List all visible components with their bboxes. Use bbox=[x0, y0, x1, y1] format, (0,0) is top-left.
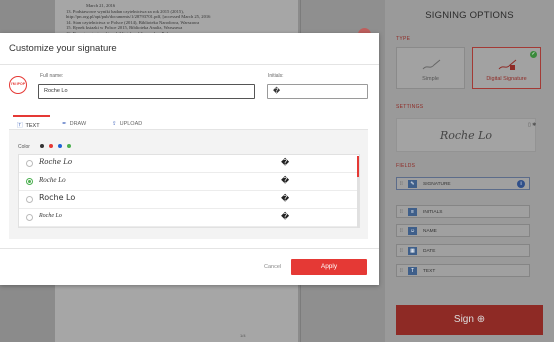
upload-icon: ⇪ bbox=[112, 121, 117, 127]
initials-label: Initials: bbox=[268, 73, 284, 79]
radio-button[interactable] bbox=[26, 178, 33, 185]
field-label: DATE bbox=[423, 248, 436, 254]
color-swatch-green[interactable] bbox=[67, 144, 71, 148]
type-simple-label: Simple bbox=[422, 76, 439, 82]
type-digital-card[interactable]: ✓ Digital Signature bbox=[472, 47, 541, 89]
drag-handle-icon[interactable]: ⁞⁞ bbox=[400, 268, 403, 274]
stamp-logo: I'M IPOP bbox=[9, 76, 27, 94]
sign-button[interactable]: Sign ⊕ bbox=[396, 305, 543, 335]
radio-button[interactable] bbox=[26, 196, 33, 203]
text-icon: T bbox=[408, 267, 417, 275]
panel-title: SIGNING OPTIONS bbox=[425, 10, 514, 21]
settings-section-label: SETTINGS bbox=[396, 104, 424, 110]
tab-label: UPLOAD bbox=[119, 121, 143, 127]
initials-option: � bbox=[281, 158, 290, 167]
field-label: INITIALS bbox=[423, 209, 443, 215]
color-swatch-red[interactable] bbox=[49, 144, 53, 148]
field-label: SIGNATURE bbox=[423, 181, 451, 187]
drag-handle-icon[interactable]: ⁞⁞ bbox=[400, 228, 403, 234]
list-item[interactable]: Roche Lo � bbox=[19, 173, 359, 191]
drag-handle-icon[interactable]: ⁞⁞ bbox=[400, 248, 403, 254]
list-scrollbar[interactable] bbox=[357, 156, 359, 228]
simple-signature-icon bbox=[422, 59, 441, 70]
initials-option: � bbox=[281, 194, 290, 203]
pen-icon: ✒ bbox=[62, 121, 67, 127]
list-item[interactable]: Roche Lo � bbox=[19, 209, 359, 227]
initials-option: � bbox=[281, 212, 290, 221]
radio-button[interactable] bbox=[26, 160, 33, 167]
type-simple-card[interactable]: Simple bbox=[396, 47, 465, 89]
signature-option: Roche Lo bbox=[39, 193, 76, 202]
type-section-label: TYPE bbox=[396, 36, 411, 42]
text-tab-pane: Color Roche Lo � Roche Lo � Roche Lo � R… bbox=[9, 130, 368, 239]
signature-option: Roche Lo bbox=[39, 158, 73, 166]
full-name-input[interactable]: Roche Lo bbox=[38, 84, 255, 99]
field-initials[interactable]: ⁞⁞ ≡ INITIALS bbox=[396, 205, 530, 218]
drag-handle-icon[interactable]: ⁞⁞ bbox=[400, 209, 403, 215]
field-label: TEXT bbox=[423, 268, 436, 274]
cancel-button[interactable]: Cancel bbox=[264, 264, 281, 270]
field-name[interactable]: ⁞⁞ ☺ NAME bbox=[396, 224, 530, 237]
drag-handle-icon[interactable]: ⁞⁞ bbox=[400, 181, 403, 187]
fields-section-label: FIELDS bbox=[396, 163, 416, 169]
list-item[interactable]: Roche Lo � bbox=[19, 155, 359, 173]
full-name-label: Full name: bbox=[40, 73, 64, 79]
initials-input[interactable]: � bbox=[267, 84, 368, 99]
signature-icon: ✎ bbox=[408, 180, 417, 188]
radio-button[interactable] bbox=[26, 214, 33, 221]
signature-option: Roche Lo bbox=[39, 176, 66, 184]
page-number: 1/4 bbox=[240, 333, 246, 338]
info-icon[interactable]: i bbox=[517, 180, 525, 188]
type-digital-label: Digital Signature bbox=[486, 76, 527, 82]
dialog-title: Customize your signature bbox=[9, 43, 117, 54]
footer-divider bbox=[0, 248, 379, 249]
digital-signature-icon bbox=[498, 59, 517, 70]
name-icon: ☺ bbox=[408, 227, 417, 235]
field-date[interactable]: ⁞⁞ ▦ DATE bbox=[396, 244, 530, 257]
customize-signature-dialog: Customize your signature I'M IPOP Full n… bbox=[0, 33, 379, 285]
apply-button[interactable]: Apply bbox=[291, 259, 367, 275]
color-swatch-black[interactable] bbox=[40, 144, 44, 148]
signature-preview[interactable]: Roche Lo bbox=[396, 118, 536, 152]
initials-icon: ≡ bbox=[408, 208, 417, 216]
settings-icons[interactable]: ▯ ✱ bbox=[528, 122, 536, 128]
check-icon: ✓ bbox=[530, 51, 537, 58]
list-item[interactable]: Roche Lo � bbox=[19, 191, 359, 209]
field-signature[interactable]: ⁞⁞ ✎ SIGNATURE i bbox=[396, 177, 530, 190]
color-label: Color bbox=[18, 144, 30, 150]
date-icon: ▦ bbox=[408, 247, 417, 255]
scrollbar-thumb[interactable] bbox=[357, 156, 359, 177]
signing-options-panel: SIGNING OPTIONS TYPE Simple ✓ Digital Si… bbox=[385, 0, 554, 342]
signature-style-list: Roche Lo � Roche Lo � Roche Lo � Roche L… bbox=[18, 154, 360, 228]
initials-option: � bbox=[281, 176, 290, 185]
color-swatch-blue[interactable] bbox=[58, 144, 62, 148]
field-text[interactable]: ⁞⁞ T TEXT bbox=[396, 264, 530, 277]
field-label: NAME bbox=[423, 228, 437, 234]
tab-label: DRAW bbox=[69, 121, 87, 127]
signature-option: Roche Lo bbox=[39, 213, 62, 219]
text-box-icon: 🅃 bbox=[17, 123, 23, 129]
divider bbox=[0, 64, 379, 65]
